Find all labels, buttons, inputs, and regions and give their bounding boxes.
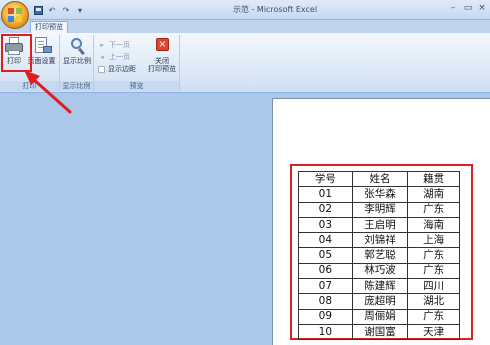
table-row: 03 王启明 海南	[298, 216, 460, 234]
cell-hometown: 广东	[407, 201, 460, 218]
cell-id: 02	[298, 201, 353, 218]
print-button-highlight	[1, 34, 32, 72]
group-print-label: 打印	[0, 81, 59, 91]
cell-name: 郭艺聪	[351, 247, 409, 264]
minimize-button[interactable]: –	[446, 2, 460, 14]
cell-hometown: 湖北	[407, 293, 460, 310]
table-row: 07 陈建辉 四川	[298, 278, 460, 295]
cell-id: 08	[298, 293, 353, 310]
restore-button[interactable]: ▭	[461, 2, 475, 14]
cell-hometown: 广东	[407, 247, 460, 264]
cell-name: 李明辉	[351, 201, 409, 218]
close-preview-button[interactable]: × 关闭 打印预览	[146, 37, 178, 73]
table-row: 04 刘锦祥 上海	[298, 232, 460, 249]
window-title: 示范 - Microsoft Excel	[232, 5, 318, 14]
cell-id: 10	[298, 323, 353, 341]
zoom-button[interactable]: 显示比例	[62, 37, 92, 65]
office-button[interactable]	[1, 1, 29, 29]
next-page-icon: ▸	[100, 41, 104, 49]
group-preview: ▸ 下一页 ◂ 上一页 显示边距 × 关闭 打印预览 预览	[94, 35, 180, 91]
header-student-id: 学号	[298, 170, 353, 188]
cell-name: 王启明	[351, 216, 409, 234]
zoom-button-label: 显示比例	[63, 57, 91, 65]
cell-id: 04	[298, 232, 353, 249]
cell-hometown: 上海	[407, 232, 460, 249]
data-table: 学号 姓名 籍贯 01 张华森 湖南 02 李明辉 广东 03 王启明 海南 04 刘锦祥 上海…	[298, 170, 460, 341]
prev-page-label: 上一页	[109, 53, 130, 61]
table-row: 01 张华森 湖南	[298, 186, 460, 203]
cell-name: 张华森	[351, 186, 409, 203]
cell-hometown: 四川	[407, 278, 460, 295]
header-hometown: 籍贯	[407, 170, 460, 188]
cell-id: 03	[298, 216, 353, 234]
show-margins-label: 显示边距	[108, 65, 136, 73]
table-row: 10 谢国富 天津	[298, 323, 460, 341]
ribbon-tab-strip: 打印预览	[0, 20, 490, 33]
document-name: 示范	[232, 5, 249, 14]
table-row: 06 林巧波 广东	[298, 262, 460, 280]
cell-name: 陈建辉	[351, 278, 409, 295]
table-row: 02 李明辉 广东	[298, 201, 460, 218]
header-name: 姓名	[351, 170, 409, 188]
show-margins-checkbox[interactable]: 显示边距	[98, 63, 136, 75]
cell-name: 林巧波	[351, 262, 409, 280]
page-setup-icon	[32, 37, 52, 55]
group-zoom: 显示比例 显示比例	[60, 35, 94, 91]
cell-id: 01	[298, 186, 353, 203]
cell-id: 07	[298, 278, 353, 295]
cell-hometown: 湖南	[407, 186, 460, 203]
tab-print-preview[interactable]: 打印预览	[30, 21, 68, 33]
close-preview-label-2: 打印预览	[148, 65, 176, 73]
office-logo-icon	[8, 8, 22, 22]
prev-page-button[interactable]: ◂ 上一页	[98, 51, 136, 63]
cell-name: 庞超明	[351, 293, 409, 310]
group-zoom-label: 显示比例	[60, 81, 93, 91]
next-page-button[interactable]: ▸ 下一页	[98, 39, 136, 51]
close-window-button[interactable]: ×	[475, 2, 489, 14]
checkbox-icon	[98, 65, 105, 73]
title-bar: ↶ ↷ ▾ 示范 - Microsoft Excel – ▭ ×	[0, 0, 490, 20]
next-page-label: 下一页	[109, 41, 130, 49]
cell-hometown: 海南	[407, 216, 460, 234]
cell-name: 谢国富	[351, 323, 409, 341]
zoom-icon	[67, 37, 87, 56]
app-name: Microsoft Excel	[256, 5, 318, 14]
prev-page-icon: ◂	[100, 53, 104, 61]
cell-hometown: 天津	[407, 323, 460, 341]
table-row: 09 周俪娟 广东	[298, 308, 460, 325]
cell-id: 06	[298, 262, 353, 280]
cell-id: 09	[298, 308, 353, 325]
cell-hometown: 广东	[407, 262, 460, 280]
table-row: 08 庞超明 湖北	[298, 293, 460, 310]
ribbon: 打印 页面设置 打印 显示比例 显示比例 ▸ 下一页 ◂ 上一页 显示边距 × …	[0, 33, 490, 93]
cell-id: 05	[298, 247, 353, 264]
cell-name: 周俪娟	[351, 308, 409, 325]
cell-hometown: 广东	[407, 308, 460, 325]
preview-small-buttons: ▸ 下一页 ◂ 上一页 显示边距	[98, 39, 136, 75]
close-preview-icon: ×	[152, 37, 172, 55]
cell-name: 刘锦祥	[351, 232, 409, 249]
table-header-row: 学号 姓名 籍贯	[298, 170, 460, 188]
close-preview-label-1: 关闭	[155, 57, 169, 65]
group-preview-label: 预览	[94, 81, 179, 91]
table-row: 05 郭艺聪 广东	[298, 247, 460, 264]
